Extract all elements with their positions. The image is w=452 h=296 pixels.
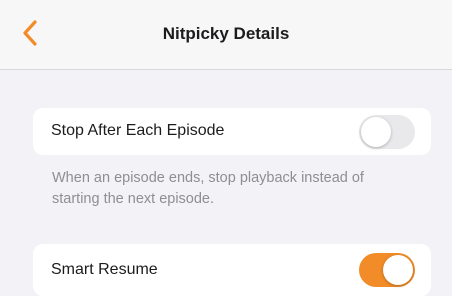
setting-row-stop-after-each-episode: Stop After Each Episode (33, 108, 431, 155)
toggle-knob (383, 255, 413, 285)
setting-label: Stop After Each Episode (51, 122, 225, 139)
setting-row-smart-resume: Smart Resume (33, 244, 431, 296)
smart-resume-toggle[interactable] (359, 253, 415, 287)
navigation-bar: Nitpicky Details (0, 0, 452, 70)
setting-footer-description: When an episode ends, stop playback inst… (52, 170, 364, 207)
toggle-knob (361, 117, 391, 147)
setting-label: Smart Resume (51, 261, 158, 278)
page-title: Nitpicky Details (162, 24, 290, 43)
stop-after-each-episode-toggle[interactable] (359, 115, 415, 149)
